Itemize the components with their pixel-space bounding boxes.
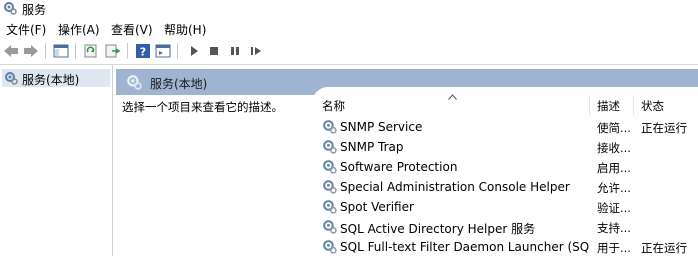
- service-name: SNMP Trap: [340, 140, 404, 154]
- service-gear-icon: [322, 179, 337, 197]
- table-row[interactable]: SQL Active Directory Helper 服务 支持...: [312, 217, 698, 237]
- back-icon[interactable]: [2, 42, 20, 60]
- table-row[interactable]: SNMP Service 使简... 正在运行: [312, 117, 698, 137]
- service-gear-icon: [322, 159, 337, 177]
- toolbar-separator: [177, 43, 178, 59]
- details-pane: 服务(本地) 选择一个项目来查看它的描述。 名称 描述 状态 SNMP Serv…: [116, 65, 698, 256]
- menu-view[interactable]: 查看(V): [111, 21, 153, 38]
- console-tree: 服务(本地): [0, 65, 113, 256]
- column-header-status[interactable]: 状态: [641, 98, 664, 114]
- service-name: Software Protection: [340, 160, 458, 174]
- service-name: SNMP Service: [340, 120, 423, 134]
- table-row[interactable]: SQL Full-text Filter Daemon Launcher (SQ…: [312, 237, 698, 257]
- refresh-icon[interactable]: [82, 42, 100, 60]
- table-row[interactable]: Special Administration Console Helper 允许…: [312, 177, 698, 197]
- forward-icon[interactable]: [22, 42, 40, 60]
- menu-bar: 文件(F) 操作(A) 查看(V) 帮助(H): [0, 18, 698, 38]
- service-description: 接收...: [597, 141, 631, 155]
- toolbar: ?: [0, 38, 698, 65]
- service-gear-icon: [322, 119, 337, 137]
- service-description: 允许...: [597, 181, 631, 195]
- service-status: 正在运行: [641, 241, 687, 255]
- services-gear-icon: [3, 1, 17, 15]
- tree-node-label: 服务(本地): [22, 73, 80, 87]
- description-prompt: 选择一个项目来查看它的描述。: [122, 100, 283, 114]
- svg-text:?: ?: [140, 46, 146, 59]
- column-divider[interactable]: [589, 95, 590, 115]
- service-gear-icon: [322, 139, 337, 157]
- toolbar-separator: [45, 43, 46, 59]
- menu-file[interactable]: 文件(F): [6, 21, 46, 38]
- service-description: 用于...: [597, 241, 631, 255]
- export-list-icon[interactable]: [104, 42, 122, 60]
- service-name: SQL Active Directory Helper 服务: [340, 222, 536, 236]
- stop-service-icon[interactable]: [205, 42, 223, 60]
- service-name: Special Administration Console Helper: [340, 180, 570, 194]
- service-description: 支持...: [597, 221, 631, 235]
- tree-node-services-local[interactable]: 服务(本地): [2, 69, 110, 87]
- title-bar: 服务: [0, 0, 698, 18]
- pause-service-icon[interactable]: [226, 42, 244, 60]
- table-row[interactable]: Spot Verifier 验证...: [312, 197, 698, 217]
- menu-action[interactable]: 操作(A): [58, 21, 100, 38]
- help-icon[interactable]: ?: [134, 42, 152, 60]
- table-row[interactable]: Software Protection 启用...: [312, 157, 698, 177]
- services-list: 名称 描述 状态 SNMP Service 使简... 正在运行 SNMP Tr…: [312, 87, 698, 256]
- service-gear-icon: [322, 199, 337, 217]
- column-divider[interactable]: [633, 95, 634, 115]
- show-hide-tree-icon[interactable]: [52, 42, 70, 60]
- service-name: SQL Full-text Filter Daemon Launcher (SQ…: [340, 240, 590, 254]
- toolbar-separator: [127, 43, 128, 59]
- services-gear-icon: [4, 71, 18, 88]
- service-gear-icon: [322, 239, 337, 257]
- service-name: Spot Verifier: [340, 200, 414, 214]
- start-service-icon[interactable]: [185, 42, 203, 60]
- service-description: 启用...: [597, 161, 631, 175]
- services-gear-icon: [126, 74, 142, 93]
- table-row[interactable]: SNMP Trap 接收...: [312, 137, 698, 157]
- service-description: 使简...: [597, 121, 631, 135]
- sort-ascending-icon: [448, 89, 457, 103]
- window-title: 服务: [22, 3, 47, 17]
- pane-header-title: 服务(本地): [150, 77, 208, 91]
- column-header-name[interactable]: 名称: [322, 98, 345, 114]
- resume-service-icon[interactable]: [247, 42, 265, 60]
- properties-icon[interactable]: [154, 42, 172, 60]
- service-gear-icon: [322, 219, 337, 237]
- toolbar-separator: [75, 43, 76, 59]
- menu-help[interactable]: 帮助(H): [164, 21, 206, 38]
- column-header-description[interactable]: 描述: [597, 98, 620, 114]
- service-description: 验证...: [597, 201, 631, 215]
- service-status: 正在运行: [641, 121, 687, 135]
